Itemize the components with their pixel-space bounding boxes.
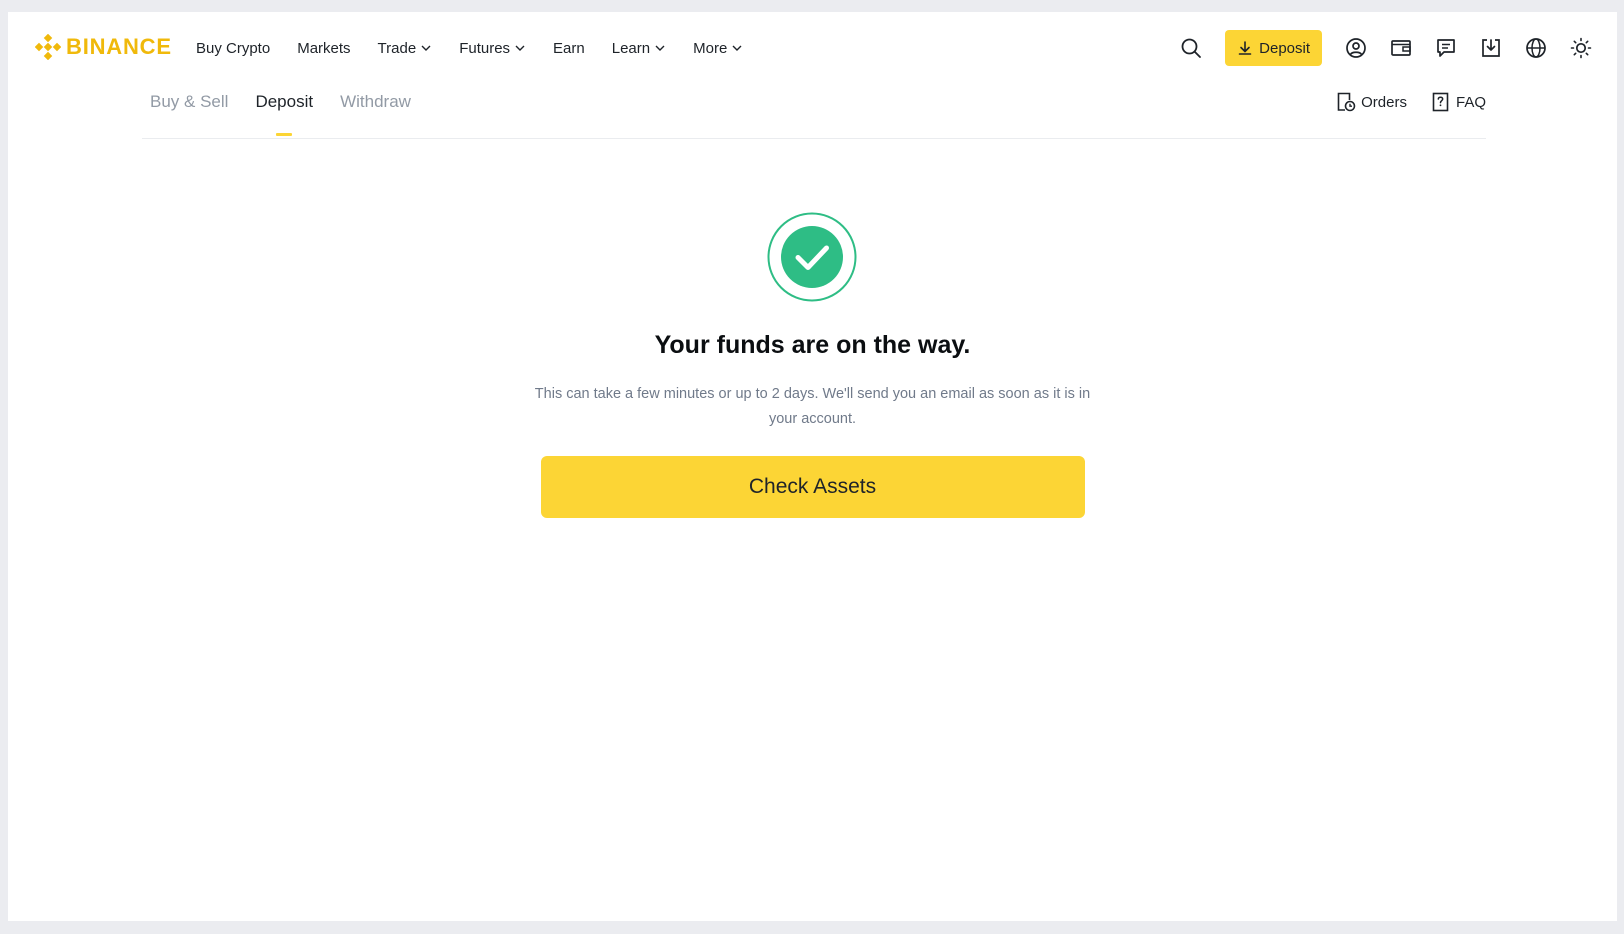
orders-link[interactable]: Orders [1336,92,1407,112]
search-button[interactable] [1179,36,1203,60]
messages-icon [1437,39,1455,57]
brand-name: BINANCE [66,34,172,59]
download-arrow-icon [1238,41,1252,55]
tab-deposit[interactable]: Deposit [255,87,313,138]
faq-label: FAQ [1455,93,1486,111]
account-button[interactable] [1344,36,1368,60]
nav-item-earn[interactable]: Earn [553,12,585,84]
language-button[interactable] [1524,36,1548,60]
status-description: This can take a few minutes or up to 2 d… [534,386,1091,427]
nav-item-label: Learn [611,39,651,57]
chevron-down-icon [515,45,525,51]
faq-icon [1432,92,1449,112]
check-assets-button[interactable]: Check Assets [540,456,1085,518]
sub-nav-links: Orders FAQ [1312,87,1486,117]
chevron-down-icon [421,45,431,51]
download-icon [1482,39,1500,57]
nav-item-label: More [693,39,728,57]
nav-item-buy-crypto[interactable]: Buy Crypto [196,12,270,84]
chevron-down-icon [655,45,665,51]
nav-item-label: Markets [297,39,351,57]
tab-withdraw[interactable]: Withdraw [340,87,411,138]
nav-item-markets[interactable]: Markets [297,12,350,84]
theme-toggle-button[interactable] [1569,36,1593,60]
deposit-button-label: Deposit [1259,39,1310,57]
binance-logo[interactable]: BINANCE [35,34,172,60]
wallet-icon [1391,40,1411,56]
language-icon [1526,38,1546,58]
download-app-button[interactable] [1479,36,1503,60]
messages-button[interactable] [1434,36,1458,60]
tab-buy-sell[interactable]: Buy & Sell [150,87,228,138]
deposit-success-panel: Your funds are on the way. This can take… [8,212,1617,518]
faq-link[interactable]: FAQ [1431,92,1486,112]
nav-item-more[interactable]: More [693,12,743,84]
deposit-button[interactable]: Deposit [1225,30,1322,66]
nav-item-label: Trade [377,39,417,57]
nav-item-futures[interactable]: Futures [459,12,526,84]
sub-nav: Buy & Sell Deposit Withdraw Orders FAQ [142,87,1486,139]
tab-bar: Buy & Sell Deposit Withdraw [150,87,438,138]
nav-item-label: Buy Crypto [196,39,271,57]
top-nav: BINANCE Buy Crypto Markets Trade Futures… [8,12,1617,84]
check-circle-icon [767,212,857,302]
nav-actions: Deposit [1179,12,1593,84]
binance-logo-icon [35,34,61,60]
nav-item-label: Futures [459,39,511,57]
nav-item-trade[interactable]: Trade [378,12,433,84]
main-menu: Buy Crypto Markets Trade Futures Earn Le… [196,12,770,84]
nav-item-learn[interactable]: Learn [612,12,666,84]
wallet-button[interactable] [1389,36,1413,60]
orders-label: Orders [1361,93,1407,111]
chevron-down-icon [732,45,742,51]
app-window: BINANCE Buy Crypto Markets Trade Futures… [8,12,1617,921]
account-icon [1346,38,1366,58]
theme-icon [1570,37,1592,59]
orders-icon [1337,92,1356,112]
search-icon [1181,38,1202,58]
nav-item-label: Earn [553,39,585,57]
status-title: Your funds are on the way. [654,331,971,359]
